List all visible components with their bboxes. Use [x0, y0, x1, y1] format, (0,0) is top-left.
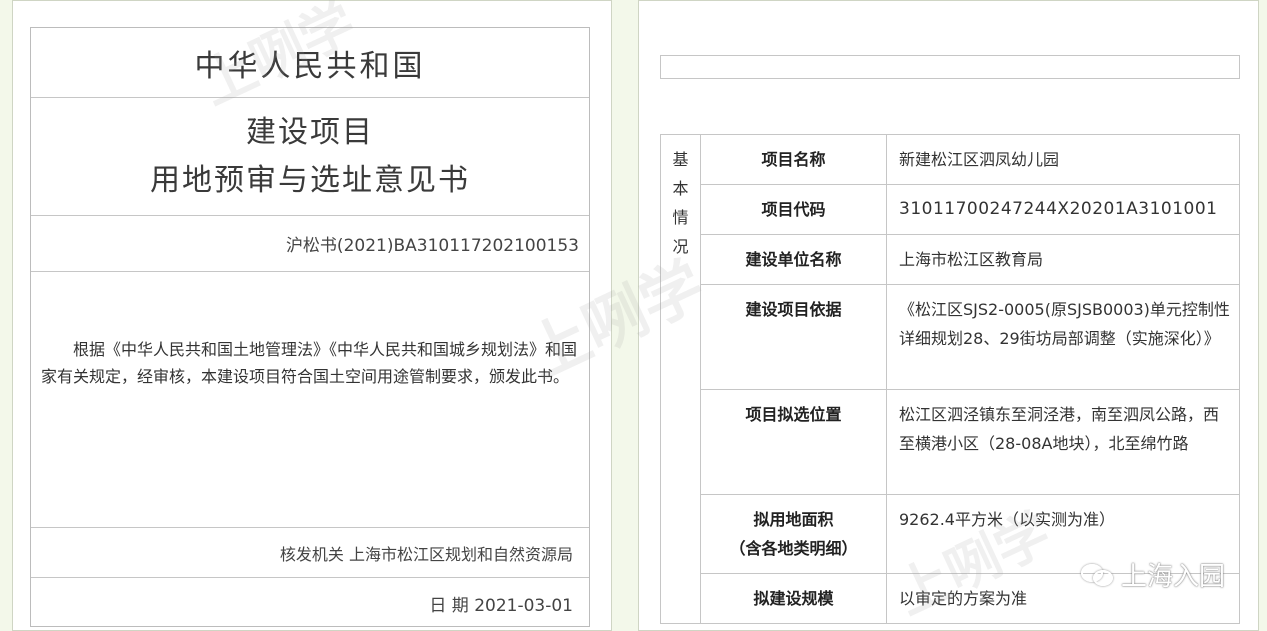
project-code-value: 31011700247244X20201A3101001 [886, 184, 1240, 235]
wechat-icon [1080, 562, 1115, 588]
row-label: 项目拟选位置 [700, 389, 887, 495]
issue-date: 日 期 2021-03-01 [429, 595, 573, 616]
row-label: 拟建设规模 [700, 573, 887, 624]
certificate-frame: 中华人民共和国 建设项目 用地预审与选址意见书 沪松书(2021)BA31011… [30, 27, 590, 627]
left-document-page: 中华人民共和国 建设项目 用地预审与选址意见书 沪松书(2021)BA31011… [12, 0, 612, 631]
header-blank-row [660, 55, 1240, 79]
title-line-2: 用地预审与选址意见书 [150, 162, 470, 198]
title-line-1: 建设项目 [246, 114, 374, 150]
right-document-page: 基本情况 项目名称 新建松江区泗凤幼儿园 项目代码 31011700247244… [638, 0, 1259, 631]
certificate-body-text: 根据《中华人民共和国土地管理法》《中华人民共和国城乡规划法》和国家有关规定，经审… [31, 272, 589, 528]
row-value: 上海市松江区教育局 [886, 234, 1240, 285]
row-label-line-2: （含各地类明细） [729, 539, 858, 558]
table-row: 建设单位名称 上海市松江区教育局 [661, 234, 1240, 285]
category-text: 基本情况 [672, 150, 689, 256]
row-label: 项目名称 [700, 134, 887, 185]
category-label: 基本情况 [660, 134, 701, 624]
wechat-account-name: 上海入园 [1120, 562, 1225, 592]
table-row: 基本情况 项目名称 新建松江区泗凤幼儿园 [660, 134, 1240, 624]
row-value: 新建松江区泗凤幼儿园 [886, 134, 1240, 185]
row-label-line-1: 拟用地面积 [753, 510, 834, 529]
row-label: 建设项目依据 [700, 284, 887, 390]
country-heading: 中华人民共和国 [31, 28, 589, 98]
issuing-authority: 核发机关 上海市松江区规划和自然资源局 [31, 528, 589, 578]
wechat-account-badge: 上海入园 [1080, 556, 1225, 593]
row-value: 《松江区SJS2-0005(原SJSB0003)单元控制性详细规划28、29街坊… [886, 284, 1240, 390]
document-number: 沪松书(2021)BA310117202100153 [31, 216, 589, 272]
row-label: 建设单位名称 [700, 234, 887, 285]
row-value: 松江区泗泾镇东至洞泾港，南至泗凤公路，西至横港小区（28-08A地块），北至绵竹… [886, 389, 1240, 495]
document-title: 建设项目 用地预审与选址意见书 [31, 98, 589, 216]
row-label: 项目代码 [700, 184, 887, 235]
row-label: 拟用地面积 （含各地类明细） [700, 494, 887, 574]
basic-info-table: 基本情况 项目名称 新建松江区泗凤幼儿园 项目代码 31011700247244… [660, 134, 1240, 624]
table-row: 项目代码 31011700247244X20201A3101001 [661, 184, 1240, 235]
table-row: 项目拟选位置 松江区泗泾镇东至洞泾港，南至泗凤公路，西至横港小区（28-08A地… [661, 389, 1240, 495]
table-row: 建设项目依据 《松江区SJS2-0005(原SJSB0003)单元控制性详细规划… [661, 284, 1240, 390]
